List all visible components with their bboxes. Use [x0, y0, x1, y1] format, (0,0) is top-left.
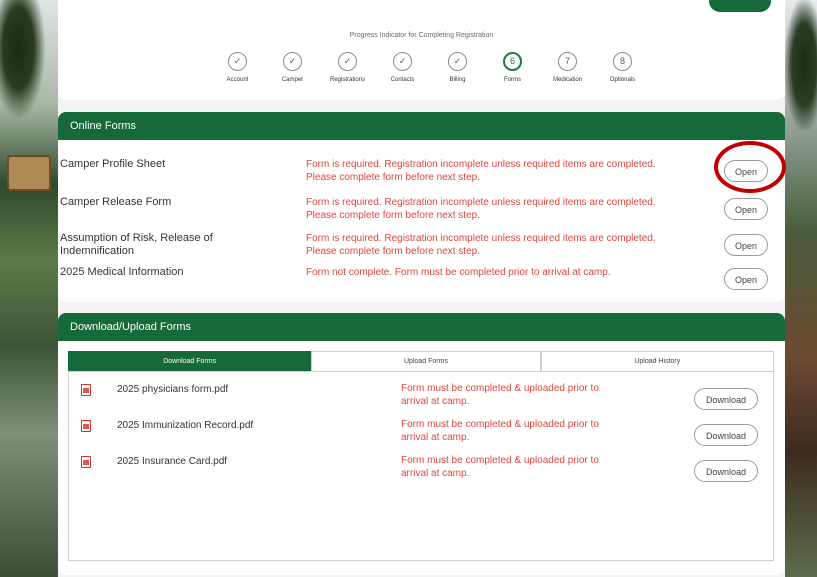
form-status: Form is required. Registration incomplet… [306, 233, 656, 257]
form-name: Camper Release Form [60, 196, 172, 208]
form-name: Assumption of Risk, Release of Indemnifi… [60, 232, 213, 257]
download-button[interactable]: Download [694, 424, 758, 446]
check-icon: ✓ [228, 52, 247, 71]
step-number-badge: 8 [613, 52, 632, 71]
step-label: Optionals [609, 77, 636, 83]
file-status: Form must be completed & uploaded prior … [401, 455, 599, 479]
progress-title: Progress Indicator for Completing Regist… [349, 32, 494, 39]
step-camper[interactable]: ✓ Camper [265, 52, 320, 92]
form-row: Camper Release Form Form is required. Re… [58, 190, 785, 228]
background-scenery-left [0, 0, 58, 577]
pdf-icon [81, 456, 91, 468]
file-status: Form must be completed & uploaded prior … [401, 383, 599, 407]
online-forms-panel: Online Forms Camper Profile Sheet Form i… [58, 112, 785, 302]
check-icon: ✓ [283, 52, 302, 71]
open-button[interactable]: Open [724, 198, 768, 220]
file-status: Form must be completed & uploaded prior … [401, 419, 599, 443]
progress-steps: ✓ Account ✓ Camper ✓ Registrations ✓ Con… [210, 52, 650, 92]
camp-sign-image [7, 155, 51, 191]
download-list: 2025 physicians form.pdf Form must be co… [68, 371, 774, 561]
check-icon: ✓ [338, 52, 357, 71]
pdf-icon [81, 384, 91, 396]
open-button[interactable]: Open [724, 268, 768, 290]
step-account[interactable]: ✓ Account [210, 52, 265, 92]
download-upload-panel: Download/Upload Forms Download Forms Upl… [58, 313, 785, 575]
check-icon: ✓ [448, 52, 467, 71]
open-button[interactable]: Open [724, 234, 768, 256]
download-upload-header: Download/Upload Forms [58, 313, 785, 341]
step-number-badge: 6 [503, 52, 522, 71]
form-row: 2025 Medical Information Form not comple… [58, 260, 785, 298]
top-action-button[interactable] [709, 0, 771, 12]
download-button[interactable]: Download [694, 388, 758, 410]
step-label: Medication [552, 77, 582, 83]
tab-upload-forms[interactable]: Upload Forms [311, 351, 541, 373]
form-status: Form not complete. Form must be complete… [306, 267, 611, 278]
step-label: Contacts [390, 77, 415, 83]
form-status: Form is required. Registration incomplet… [306, 159, 656, 183]
form-row: Assumption of Risk, Release of Indemnifi… [58, 226, 785, 264]
online-forms-header: Online Forms [58, 112, 785, 140]
download-row: 2025 physicians form.pdf Form must be co… [69, 380, 773, 416]
form-name: Camper Profile Sheet [60, 158, 166, 170]
download-button[interactable]: Download [694, 460, 758, 482]
file-name: 2025 physicians form.pdf [117, 384, 229, 395]
highlight-annotation [714, 141, 786, 193]
main-content: Progress Indicator for Completing Regist… [58, 0, 786, 577]
tab-download-forms[interactable]: Download Forms [68, 351, 312, 373]
step-label: Billing [449, 77, 466, 83]
tree-image [785, 0, 817, 130]
pdf-icon [81, 420, 91, 432]
step-optionals[interactable]: 8 Optionals [595, 52, 650, 92]
check-icon: ✓ [393, 52, 412, 71]
progress-card: Progress Indicator for Completing Regist… [58, 0, 785, 100]
download-row: 2025 Immunization Record.pdf Form must b… [69, 416, 773, 452]
tab-bar: Download Forms Upload Forms Upload Histo… [68, 351, 774, 373]
form-row: Camper Profile Sheet Form is required. R… [58, 152, 785, 190]
download-row: 2025 Insurance Card.pdf Form must be com… [69, 452, 773, 488]
file-name: 2025 Insurance Card.pdf [117, 456, 228, 467]
step-label: Registrations [329, 77, 365, 83]
step-label: Account [226, 77, 249, 83]
step-forms[interactable]: 6 Forms [485, 52, 540, 92]
step-label: Forms [504, 77, 521, 83]
step-billing[interactable]: ✓ Billing [430, 52, 485, 92]
step-registrations[interactable]: ✓ Registrations [320, 52, 375, 92]
tree-image [0, 0, 46, 120]
tab-upload-history[interactable]: Upload History [540, 351, 774, 373]
step-contacts[interactable]: ✓ Contacts [375, 52, 430, 92]
step-label: Camper [281, 77, 304, 83]
form-name: 2025 Medical Information [60, 266, 184, 278]
form-status: Form is required. Registration incomplet… [306, 197, 656, 221]
background-scenery-right [785, 0, 817, 577]
step-medication[interactable]: 7 Medication [540, 52, 595, 92]
file-name: 2025 Immunization Record.pdf [117, 420, 254, 431]
step-number-badge: 7 [558, 52, 577, 71]
